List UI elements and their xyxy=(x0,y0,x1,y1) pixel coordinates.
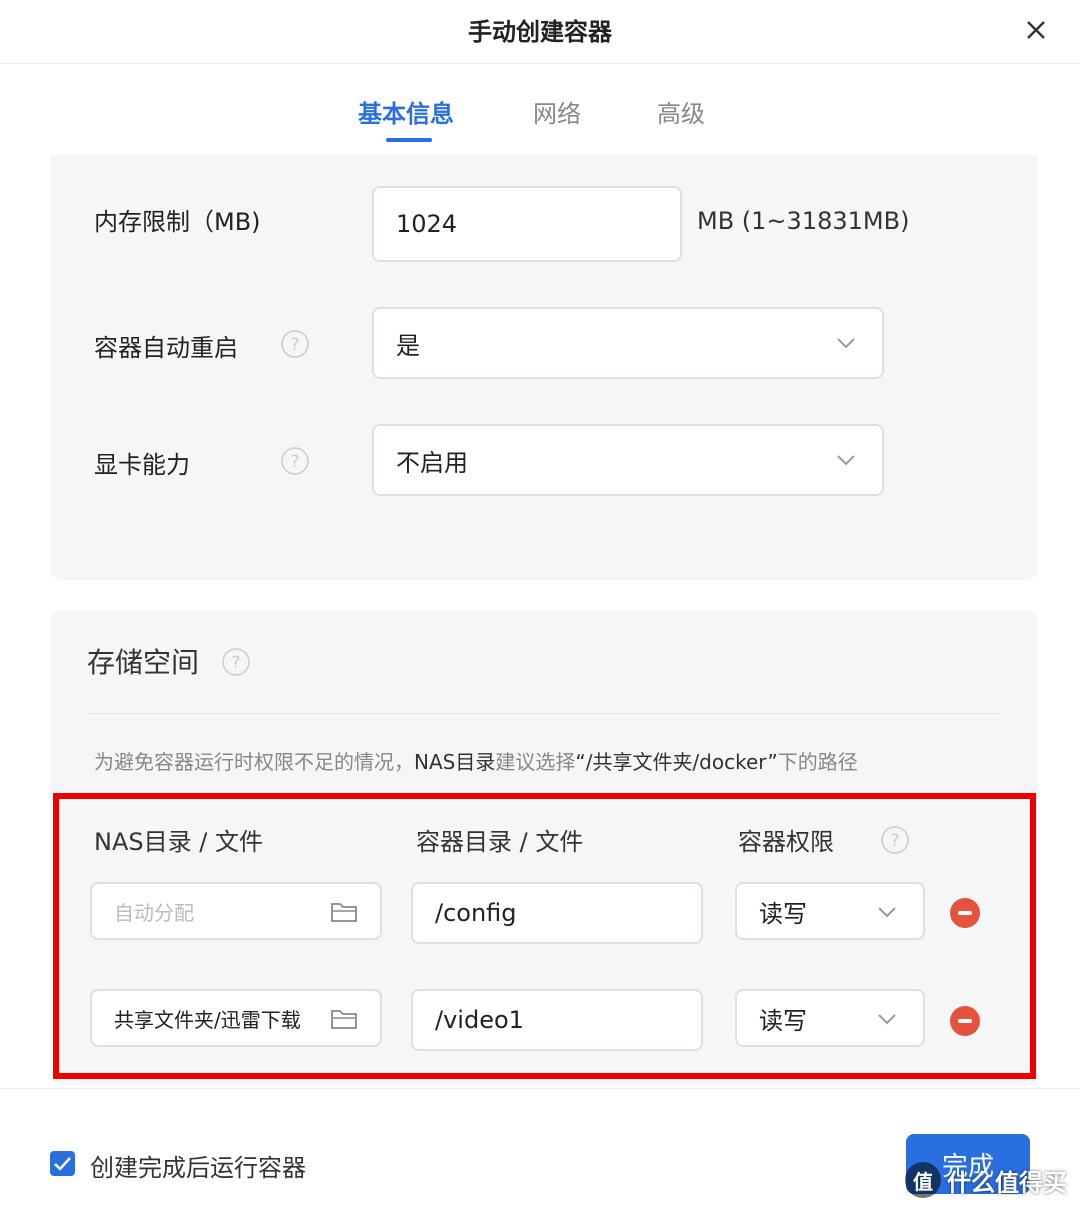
permission-value: 读写 xyxy=(759,1006,807,1035)
run-after-create-checkbox[interactable] xyxy=(50,1151,75,1176)
footer-divider xyxy=(0,1088,1080,1089)
chevron-down-icon xyxy=(878,907,896,918)
memory-limit-label: 内存限制（MB) xyxy=(94,208,261,236)
tab-advanced[interactable]: 高级 xyxy=(657,94,705,129)
nas-path-input[interactable]: 自动分配 xyxy=(90,882,382,940)
container-path-input[interactable]: /config xyxy=(411,882,703,944)
folder-icon[interactable] xyxy=(330,900,358,924)
memory-limit-unit: MB (1~31831MB) xyxy=(697,207,910,235)
permission-select[interactable]: 读写 xyxy=(735,989,925,1047)
permission-value: 读写 xyxy=(759,899,807,928)
column-header-container: 容器目录 / 文件 xyxy=(416,828,584,856)
remove-mapping-icon[interactable] xyxy=(950,898,980,928)
container-path-value: /config xyxy=(435,899,517,927)
chevron-down-icon xyxy=(837,338,855,349)
hint-nas: NAS目录 xyxy=(414,750,496,774)
permission-select[interactable]: 读写 xyxy=(735,882,925,940)
tab-bar: 基本信息 网络 高级 xyxy=(0,90,1080,150)
svg-text:?: ? xyxy=(290,452,299,472)
hint-middle: 建议选择 xyxy=(495,750,576,774)
watermark-logo: 值 xyxy=(905,1162,941,1198)
help-icon[interactable]: ? xyxy=(880,825,910,855)
container-path-input[interactable]: /video1 xyxy=(411,989,703,1051)
column-header-permission: 容器权限 xyxy=(738,828,834,856)
help-icon[interactable]: ? xyxy=(280,446,310,476)
help-icon[interactable]: ? xyxy=(280,329,310,359)
nas-path-value: 共享文件夹/迅雷下载 xyxy=(114,1007,301,1032)
storage-title: 存储空间 xyxy=(87,646,200,679)
hint-prefix: 为避免容器运行时权限不足的情况， xyxy=(94,750,414,774)
chevron-down-icon xyxy=(837,455,855,466)
storage-divider xyxy=(86,713,1001,714)
gpu-value: 不启用 xyxy=(396,448,468,477)
hint-suffix: 下的路径 xyxy=(777,750,858,774)
help-icon[interactable]: ? xyxy=(221,647,251,677)
checkmark-icon xyxy=(54,1157,71,1171)
chevron-down-icon xyxy=(878,1014,896,1025)
memory-limit-value: 1024 xyxy=(396,210,458,238)
watermark-text: 什么值得买 xyxy=(947,1168,1067,1197)
memory-limit-input[interactable]: 1024 xyxy=(372,186,682,262)
dialog-header: 手动创建容器 xyxy=(0,0,1080,64)
auto-restart-value: 是 xyxy=(396,331,420,360)
tab-basic-info[interactable]: 基本信息 xyxy=(358,94,454,129)
active-tab-indicator xyxy=(386,138,432,142)
hint-path: “/共享文件夹/docker” xyxy=(575,750,778,774)
folder-icon[interactable] xyxy=(330,1007,358,1031)
svg-text:?: ? xyxy=(890,831,899,851)
svg-text:?: ? xyxy=(290,335,299,355)
gpu-label: 显卡能力 xyxy=(94,451,190,479)
watermark: 值 什么值得买 xyxy=(905,1160,1067,1200)
nas-path-input[interactable]: 共享文件夹/迅雷下载 xyxy=(90,989,382,1047)
close-icon[interactable] xyxy=(1020,14,1052,46)
nas-path-placeholder: 自动分配 xyxy=(114,900,194,925)
auto-restart-select[interactable]: 是 xyxy=(372,307,884,379)
container-path-value: /video1 xyxy=(435,1006,524,1034)
svg-text:?: ? xyxy=(231,653,240,673)
remove-mapping-icon[interactable] xyxy=(950,1006,980,1036)
dialog-title: 手动创建容器 xyxy=(468,18,612,46)
storage-hint: 为避免容器运行时权限不足的情况，NAS目录建议选择“/共享文件夹/docker”… xyxy=(94,746,858,775)
run-after-create-label[interactable]: 创建完成后运行容器 xyxy=(90,1148,306,1183)
auto-restart-label: 容器自动重启 xyxy=(94,334,238,362)
column-header-nas: NAS目录 / 文件 xyxy=(94,828,263,856)
gpu-select[interactable]: 不启用 xyxy=(372,424,884,496)
tab-network[interactable]: 网络 xyxy=(533,94,581,129)
